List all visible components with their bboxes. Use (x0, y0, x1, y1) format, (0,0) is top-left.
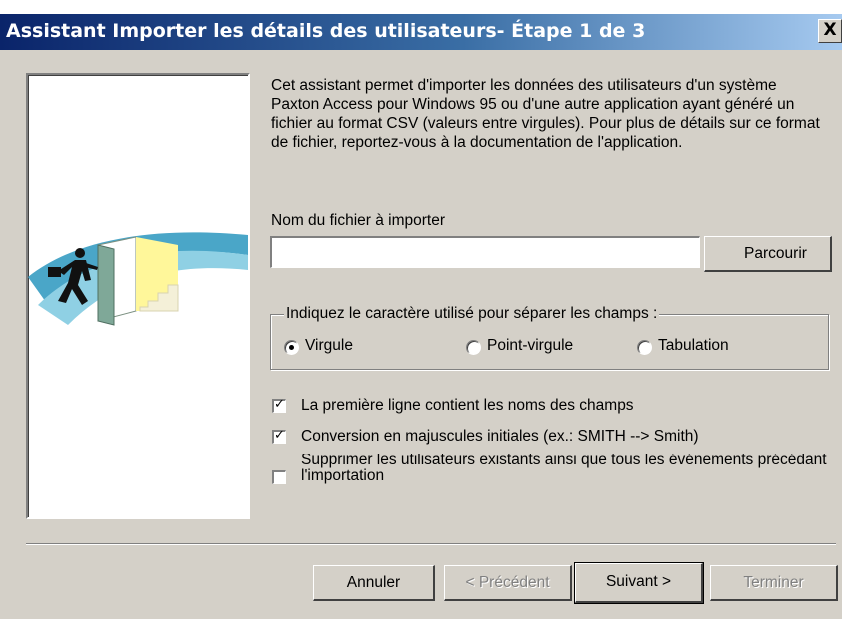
radio-label: Point-virgule (487, 337, 574, 354)
checkbox-icon: ✓ (272, 397, 286, 413)
finish-button[interactable]: Terminer (710, 565, 838, 601)
checkbox-label: La première ligne contient les noms des … (301, 397, 634, 414)
separator-group-legend: Indiquez le caractère utilisé pour sépar… (284, 305, 660, 323)
radio-button-icon (466, 340, 481, 355)
next-button[interactable]: Suivant > (574, 562, 704, 604)
radio-selected-dot-icon (289, 345, 294, 350)
radio-button-icon (284, 340, 299, 355)
file-name-label: Nom du fichier à importer (271, 212, 446, 229)
check-mark-icon: ✓ (274, 428, 285, 443)
checkbox-label: Supprimer les utilisateurs existants ain… (301, 454, 827, 484)
background-page-strip (0, 0, 842, 14)
man-running-through-door-illustration (28, 232, 248, 326)
footer-divider (26, 543, 836, 545)
intro-description: Cet assistant permet d'importer les donn… (271, 77, 820, 151)
file-name-input[interactable] (269, 235, 701, 269)
close-button[interactable]: X (818, 19, 842, 43)
title-bar[interactable]: Assistant Importer les détails des utili… (0, 14, 842, 50)
window-title: Assistant Importer les détails des utili… (6, 20, 646, 42)
delete-existing-users-checkbox[interactable]: Supprimer les utilisateurs existants ain… (272, 454, 832, 484)
radio-label: Tabulation (658, 337, 729, 354)
cancel-button[interactable]: Annuler (313, 565, 435, 601)
checkbox-icon (272, 470, 286, 484)
checkbox-label: Conversion en majuscules initiales (ex.:… (301, 428, 699, 445)
illustration-panel (26, 73, 250, 519)
browse-button[interactable]: Parcourir (704, 236, 832, 272)
import-users-wizard-dialog: Assistant Importer les détails des utili… (0, 0, 842, 619)
radio-button-icon (637, 340, 652, 355)
previous-button[interactable]: < Précédent (444, 565, 572, 601)
radio-label: Virgule (305, 337, 353, 354)
checkbox-icon: ✓ (272, 428, 286, 444)
check-mark-icon: ✓ (274, 397, 285, 412)
